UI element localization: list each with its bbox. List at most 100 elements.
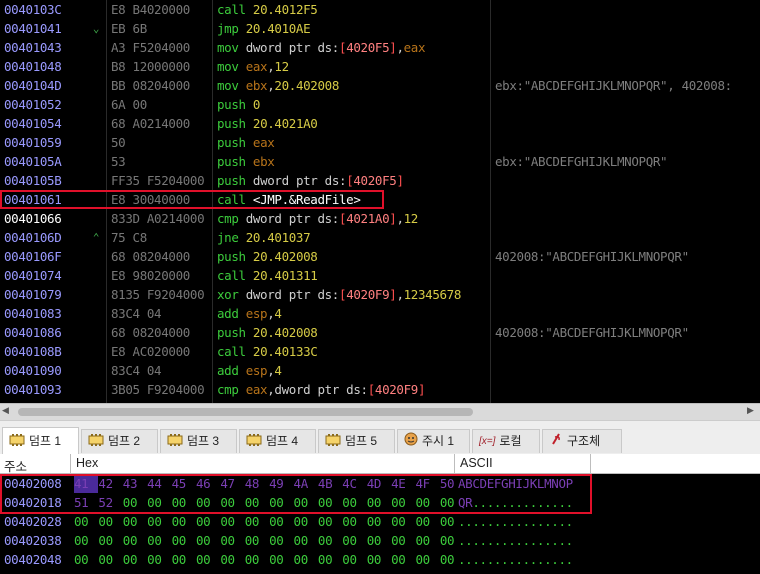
hex-byte[interactable]: 00 xyxy=(342,512,366,531)
hex-byte[interactable]: 00 xyxy=(220,512,244,531)
hex-byte[interactable]: 00 xyxy=(123,531,147,550)
tab-덤프-1[interactable]: 덤프 1 xyxy=(2,427,79,455)
memory-dump-icon xyxy=(246,431,262,453)
hex-byte[interactable]: 00 xyxy=(391,531,415,550)
disasm-row[interactable]: 0040108B E8 AC020000 call 20.40133C xyxy=(0,342,760,361)
disasm-row[interactable]: 00401090 83C4 04 add esp,4 xyxy=(0,361,760,380)
instruction-token: eax xyxy=(252,135,275,150)
instruction-token: 12345678 xyxy=(403,287,462,302)
disasm-row[interactable]: 0040103C E8 B4020000 call 20.4012F5 xyxy=(0,0,760,19)
disasm-row[interactable]: 00401074 E8 98020000 call 20.401311 xyxy=(0,266,760,285)
hex-byte[interactable]: 00 xyxy=(74,512,98,531)
hex-byte[interactable]: 00 xyxy=(269,550,293,569)
dump-row[interactable]: 00402048 00 00 00 00 00 00 00 00 00 00 00 00 00 00 00 00… xyxy=(0,550,760,569)
hex-byte[interactable]: 00 xyxy=(391,550,415,569)
hex-byte[interactable]: 00 xyxy=(367,531,391,550)
disasm-row[interactable]: 00401043 A3 F5204000 mov dword ptr ds:[402… xyxy=(0,38,760,57)
tab-덤프-2[interactable]: 덤프 2 xyxy=(81,429,158,453)
hex-byte[interactable]: 00 xyxy=(98,531,122,550)
hex-byte[interactable]: 00 xyxy=(318,512,342,531)
disasm-row[interactable]: 00401086 68 08204000 push 20.402008 402008:… xyxy=(0,323,760,342)
tab-구조체[interactable]: 구조체 xyxy=(542,429,622,453)
scrollbar-thumb[interactable] xyxy=(18,408,473,416)
tab-덤프-4[interactable]: 덤프 4 xyxy=(239,429,316,453)
instruction-token: cmp xyxy=(217,211,246,226)
memory-dump-pane[interactable]: 주소 Hex ASCII 00402008 41 42 43 44 45 46 47 48 49 4… xyxy=(0,454,760,574)
dump-hex-bytes: 00 00 00 00 00 00 00 00 00 00 00 00 00 00 00 00 xyxy=(74,512,464,531)
disasm-row[interactable]: 00401083 83C4 04 add esp,4 xyxy=(0,304,760,323)
hex-byte[interactable]: 00 xyxy=(196,531,220,550)
hex-byte[interactable]: 00 xyxy=(123,512,147,531)
disasm-row[interactable]: 00401054 68 A0214000 push 20.4021A0 xyxy=(0,114,760,133)
tab-label: 덤프 3 xyxy=(187,434,220,448)
tab-로컬[interactable]: [x=] 로컬 xyxy=(472,429,540,453)
ascii-column-header[interactable]: ASCII xyxy=(460,456,493,470)
hex-byte[interactable]: 00 xyxy=(147,512,171,531)
hex-byte[interactable]: 00 xyxy=(245,550,269,569)
hex-column-header[interactable]: Hex xyxy=(76,456,98,470)
disassembly-pane[interactable]: 0040103C E8 B4020000 call 20.4012F5 0040104… xyxy=(0,0,760,403)
disasm-row[interactable]: 00401066 833D A0214000 cmp dword ptr ds:[4… xyxy=(0,209,760,228)
tab-주시-1[interactable]: 주시 1 xyxy=(397,429,470,453)
instruction-comment xyxy=(495,57,760,76)
disasm-row[interactable]: 0040106F 68 08204000 push 20.402008 402008:… xyxy=(0,247,760,266)
disasm-row[interactable]: 0040105B FF35 F5204000 push dword ptr ds:[… xyxy=(0,171,760,190)
hex-byte[interactable]: 00 xyxy=(415,550,439,569)
scroll-left-icon[interactable]: ◀ xyxy=(2,406,9,416)
tab-label: 구조체 xyxy=(567,434,601,448)
instruction-token: add xyxy=(217,306,246,321)
disasm-row[interactable]: 0040106D ⌃ 75 C8 jne 20.401037 xyxy=(0,228,760,247)
hex-byte[interactable]: 00 xyxy=(342,550,366,569)
hex-byte[interactable]: 00 xyxy=(318,531,342,550)
hex-byte[interactable]: 00 xyxy=(367,550,391,569)
hex-byte[interactable]: 00 xyxy=(172,550,196,569)
hex-byte[interactable]: 00 xyxy=(269,531,293,550)
hex-byte[interactable]: 00 xyxy=(147,550,171,569)
hex-byte[interactable]: 00 xyxy=(318,550,342,569)
disasm-row[interactable]: 0040105A 53 push ebx ebx:"ABCDEFGHIJKLMNOPQ… xyxy=(0,152,760,171)
hex-byte[interactable]: 00 xyxy=(245,512,269,531)
address-column-header[interactable]: 주소 xyxy=(4,456,27,475)
disasm-row[interactable]: 0040104D BB 08204000 mov ebx,20.402008 ebx:… xyxy=(0,76,760,95)
hex-byte[interactable]: 00 xyxy=(220,550,244,569)
hex-byte[interactable]: 00 xyxy=(196,550,220,569)
dump-row[interactable]: 00402038 00 00 00 00 00 00 00 00 00 00 00 00 00 00 00 00… xyxy=(0,531,760,550)
instruction-token: esp xyxy=(245,363,268,378)
hex-byte[interactable]: 00 xyxy=(172,512,196,531)
disasm-row[interactable]: 00401079 8135 F9204000 xor dword ptr ds:[4… xyxy=(0,285,760,304)
instruction-comment: 402008:"ABCDEFGHIJKLMNOPQR" xyxy=(495,325,689,340)
hex-byte[interactable]: 00 xyxy=(391,512,415,531)
tab-덤프-3[interactable]: 덤프 3 xyxy=(160,429,237,453)
hex-byte[interactable]: 00 xyxy=(294,512,318,531)
disasm-row[interactable]: 00401052 6A 00 push 0 xyxy=(0,95,760,114)
hex-byte[interactable]: 00 xyxy=(196,512,220,531)
hex-byte[interactable]: 00 xyxy=(147,531,171,550)
hex-byte[interactable]: 00 xyxy=(342,531,366,550)
hex-byte[interactable]: 00 xyxy=(415,512,439,531)
hex-byte[interactable]: 00 xyxy=(74,531,98,550)
disasm-row[interactable]: 00401093 3B05 F9204000 cmp eax,dword ptr d… xyxy=(0,380,760,399)
hex-byte[interactable]: 00 xyxy=(294,550,318,569)
hex-byte[interactable]: 00 xyxy=(269,512,293,531)
scroll-right-icon[interactable]: ▶ xyxy=(747,406,754,416)
disasm-row[interactable]: 00401041 ⌄ EB 6B jmp 20.4010AE xyxy=(0,19,760,38)
tab-덤프-5[interactable]: 덤프 5 xyxy=(318,429,395,453)
hex-byte[interactable]: 00 xyxy=(172,531,196,550)
disasm-row[interactable]: 00401059 50 push eax xyxy=(0,133,760,152)
instruction-token: , xyxy=(396,211,404,226)
instruction-bytes: EB 6B xyxy=(111,21,147,36)
hex-byte[interactable]: 00 xyxy=(220,531,244,550)
instruction-token: dword ptr ds: xyxy=(245,287,340,302)
hex-byte[interactable]: 00 xyxy=(98,512,122,531)
instruction-bytes: E8 B4020000 xyxy=(111,2,190,17)
hex-byte[interactable]: 00 xyxy=(415,531,439,550)
hex-byte[interactable]: 00 xyxy=(74,550,98,569)
hex-byte[interactable]: 00 xyxy=(294,531,318,550)
hex-byte[interactable]: 00 xyxy=(123,550,147,569)
hex-byte[interactable]: 00 xyxy=(98,550,122,569)
horizontal-scrollbar[interactable]: ◀ ▶ xyxy=(0,403,760,420)
disasm-row[interactable]: 00401048 B8 12000000 mov eax,12 xyxy=(0,57,760,76)
hex-byte[interactable]: 00 xyxy=(367,512,391,531)
dump-row[interactable]: 00402028 00 00 00 00 00 00 00 00 00 00 00 00 00 00 00 00… xyxy=(0,512,760,531)
hex-byte[interactable]: 00 xyxy=(245,531,269,550)
